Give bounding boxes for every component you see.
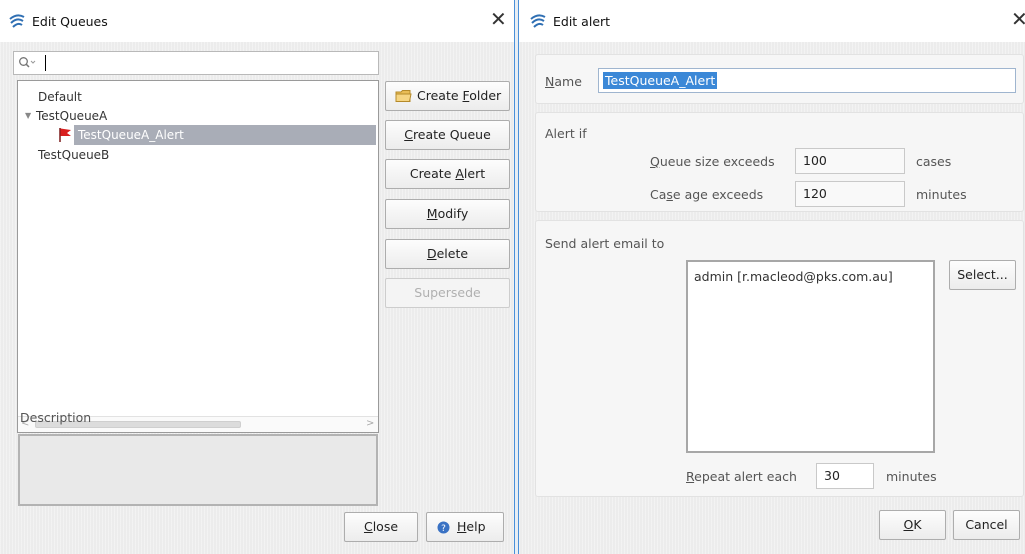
window-title: Edit Queues: [32, 14, 108, 29]
flag-icon: [59, 128, 71, 142]
name-input-value: TestQueueA_Alert: [603, 72, 718, 89]
delete-label: elete: [436, 246, 469, 261]
list-item[interactable]: admin [r.macleod@pks.com.au]: [694, 269, 893, 284]
modify-mnemonic: M: [426, 206, 438, 221]
edit-queues-body: Default ▼ TestQueueA TestQueueA_Alert Te…: [0, 42, 514, 554]
help-mnemonic: H: [457, 519, 467, 534]
create-folder-label-post: older: [469, 88, 502, 103]
edit-queues-window: Edit Queues ✕ Default ▼ TestQueueA TestQ…: [0, 0, 515, 554]
close-icon[interactable]: ✕: [1011, 9, 1025, 29]
tree-item-testqueuea[interactable]: TestQueueA: [36, 109, 107, 123]
search-icon: [19, 57, 36, 68]
close-button[interactable]: Close: [344, 512, 418, 542]
name-input[interactable]: TestQueueA_Alert: [598, 68, 1016, 93]
app-logo-icon: [9, 14, 25, 28]
create-alert-mnemonic: A: [455, 166, 464, 181]
alert-if-heading: Alert if: [545, 126, 587, 141]
name-panel: Name TestQueueA_Alert: [535, 54, 1024, 104]
create-alert-label-post: lert: [463, 166, 486, 181]
create-queue-label: reate Queue: [412, 127, 491, 142]
window-title: Edit alert: [553, 14, 611, 29]
modify-button[interactable]: Modify: [385, 199, 510, 229]
create-alert-label-pre: Create: [409, 166, 456, 181]
tree-item-testqueuea-alert[interactable]: TestQueueA_Alert: [78, 128, 184, 142]
name-mnemonic: N: [545, 74, 555, 89]
queue-size-input[interactable]: 100: [795, 148, 905, 174]
send-email-panel: Send alert email to admin [r.macleod@pks…: [535, 220, 1024, 497]
case-age-input[interactable]: 120: [795, 181, 905, 207]
text-caret: [45, 55, 46, 71]
alert-if-panel: Alert if Queue size exceeds 100 cases Ca…: [535, 112, 1024, 212]
case-age-label-post: e age exceeds: [672, 187, 764, 202]
ok-label: K: [913, 517, 922, 532]
tree-expander-icon[interactable]: ▼: [25, 111, 31, 120]
queue-tree[interactable]: Default ▼ TestQueueA TestQueueA_Alert Te…: [17, 80, 379, 433]
repeat-unit: minutes: [886, 469, 937, 484]
delete-mnemonic: D: [426, 246, 437, 261]
modify-label: odify: [437, 206, 469, 221]
queue-size-mnemonic: Q: [650, 154, 660, 169]
case-age-label-pre: Ca: [650, 187, 667, 202]
folder-icon: [395, 90, 412, 102]
edit-alert-titlebar[interactable]: Edit alert ✕: [519, 0, 1025, 42]
edit-queues-titlebar[interactable]: Edit Queues ✕: [0, 0, 514, 42]
supersede-button[interactable]: Supersede: [385, 278, 510, 308]
tree-item-testqueueb[interactable]: TestQueueB: [38, 148, 109, 162]
edit-alert-window: Edit alert ✕ Name TestQueueA_Alert Alert…: [518, 0, 1025, 554]
scroll-right-icon[interactable]: >: [366, 418, 374, 429]
create-folder-button[interactable]: Create Folder: [385, 81, 510, 111]
search-input[interactable]: [13, 51, 379, 75]
create-folder-label-pre: Create: [417, 88, 463, 103]
cancel-button[interactable]: Cancel: [953, 510, 1020, 540]
repeat-mnemonic: R: [686, 469, 695, 484]
close-icon[interactable]: ✕: [490, 9, 507, 29]
help-icon: ?: [437, 521, 450, 534]
queue-size-unit: cases: [916, 154, 952, 169]
create-queue-button[interactable]: Create Queue: [385, 120, 510, 150]
name-label: ame: [554, 74, 582, 89]
close-mnemonic: C: [363, 519, 373, 534]
ok-button[interactable]: OK: [879, 510, 946, 540]
app-logo-icon: [530, 14, 546, 28]
help-button[interactable]: ? Help: [426, 512, 504, 542]
svg-text:?: ?: [441, 524, 446, 534]
description-field[interactable]: [18, 434, 378, 506]
tree-item-default[interactable]: Default: [38, 90, 82, 104]
email-recipient-list[interactable]: admin [r.macleod@pks.com.au]: [686, 260, 935, 453]
repeat-label: epeat alert each: [694, 469, 797, 484]
send-email-heading: Send alert email to: [545, 236, 665, 251]
ok-mnemonic: O: [903, 517, 914, 532]
delete-button[interactable]: Delete: [385, 239, 510, 269]
select-recipients-button[interactable]: Select...: [949, 260, 1016, 290]
help-label: elp: [466, 519, 486, 534]
repeat-interval-input[interactable]: 30: [816, 463, 874, 489]
queue-size-label: ueue size exceeds: [659, 154, 775, 169]
create-queue-mnemonic: C: [404, 127, 413, 142]
create-alert-button[interactable]: Create Alert: [385, 159, 510, 189]
edit-alert-body: Name TestQueueA_Alert Alert if Queue siz…: [519, 42, 1025, 554]
close-label: lose: [372, 519, 399, 534]
description-label: Description: [20, 410, 92, 425]
case-age-unit: minutes: [916, 187, 967, 202]
